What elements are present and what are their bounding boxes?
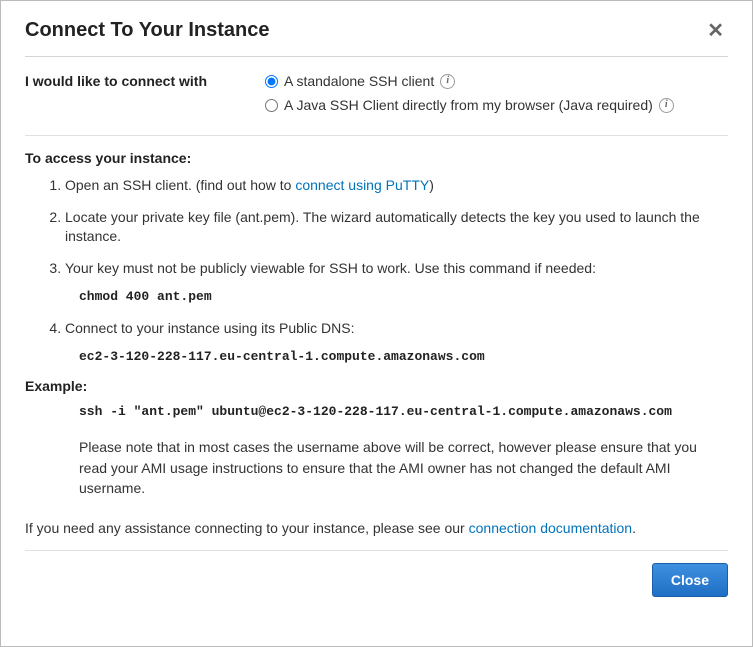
dialog-footer: Close — [25, 551, 728, 611]
assistance-text: If you need any assistance connecting to… — [25, 520, 728, 536]
step-2: Locate your private key file (ant.pem). … — [65, 208, 728, 247]
radio-option-java[interactable]: A Java SSH Client directly from my brows… — [265, 97, 728, 113]
connect-dialog: Connect To Your Instance ✕ I would like … — [0, 0, 753, 647]
radio-option-ssh[interactable]: A standalone SSH client i — [265, 73, 728, 89]
assist-post: . — [632, 520, 636, 536]
radio-java-input[interactable] — [265, 99, 278, 112]
radio-ssh-label: A standalone SSH client — [284, 73, 434, 89]
close-icon[interactable]: ✕ — [703, 21, 728, 41]
username-note: Please note that in most cases the usern… — [79, 437, 728, 498]
putty-link[interactable]: connect using PuTTY — [295, 177, 429, 193]
step-3: Your key must not be publicly viewable f… — [65, 259, 728, 307]
public-dns: ec2-3-120-228-117.eu-central-1.compute.a… — [79, 348, 728, 366]
ssh-example-command: ssh -i "ant.pem" ubuntu@ec2-3-120-228-11… — [79, 404, 728, 419]
chmod-command: chmod 400 ant.pem — [79, 288, 728, 306]
connect-method-options: A standalone SSH client i A Java SSH Cli… — [265, 73, 728, 121]
connection-docs-link[interactable]: connection documentation — [469, 520, 632, 536]
close-button[interactable]: Close — [652, 563, 728, 597]
step-3-text: Your key must not be publicly viewable f… — [65, 260, 596, 276]
connect-method-label: I would like to connect with — [25, 73, 265, 121]
step-1-text-pre: Open an SSH client. (find out how to — [65, 177, 295, 193]
dialog-body: To access your instance: Open an SSH cli… — [25, 136, 728, 611]
access-heading: To access your instance: — [25, 150, 728, 166]
connect-method-row: I would like to connect with A standalon… — [25, 57, 728, 136]
access-steps: Open an SSH client. (find out how to con… — [25, 176, 728, 366]
assist-pre: If you need any assistance connecting to… — [25, 520, 469, 536]
info-icon[interactable]: i — [659, 98, 674, 113]
radio-ssh-input[interactable] — [265, 75, 278, 88]
radio-java-label: A Java SSH Client directly from my brows… — [284, 97, 653, 113]
dialog-title: Connect To Your Instance — [25, 19, 269, 42]
step-1-text-post: ) — [429, 177, 434, 193]
info-icon[interactable]: i — [440, 74, 455, 89]
dialog-header: Connect To Your Instance ✕ — [25, 19, 728, 57]
step-4: Connect to your instance using its Publi… — [65, 319, 728, 367]
step-1: Open an SSH client. (find out how to con… — [65, 176, 728, 196]
example-heading: Example: — [25, 378, 728, 394]
step-4-text: Connect to your instance using its Publi… — [65, 320, 354, 336]
